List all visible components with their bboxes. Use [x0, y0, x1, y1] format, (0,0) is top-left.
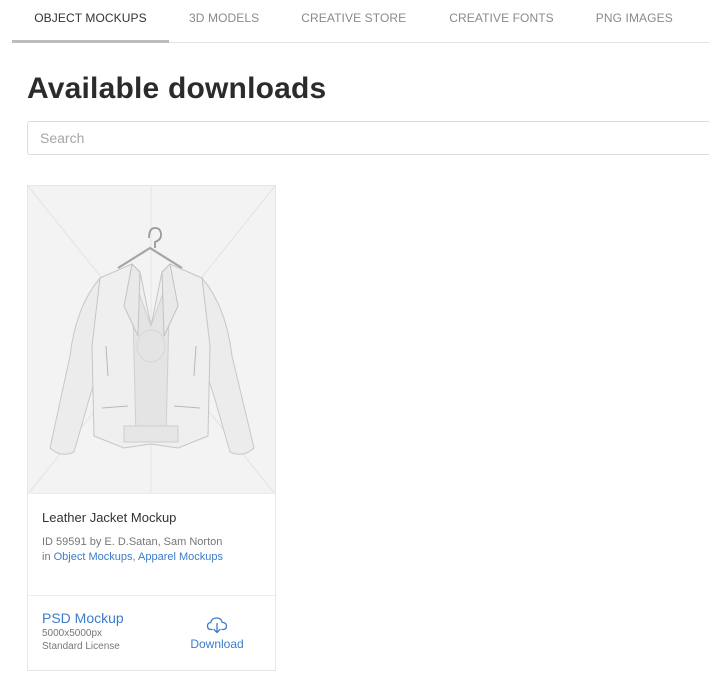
- tab-creative-fonts[interactable]: CREATIVE FONTS: [449, 0, 554, 43]
- tab-png-images[interactable]: PNG IMAGES: [596, 0, 673, 43]
- tab-object-mockups[interactable]: OBJECT MOCKUPS: [12, 0, 169, 43]
- in-label: in: [42, 551, 51, 563]
- download-label: Download: [190, 637, 244, 651]
- category-tabs: OBJECT MOCKUPS 3D MODELS CREATIVE STORE …: [12, 0, 709, 43]
- category-separator: ,: [132, 551, 136, 563]
- item-meta: ID 59591 by E. D.Satan, Sam Norton in Ob…: [42, 535, 267, 565]
- tab-creative-store[interactable]: CREATIVE STORE: [301, 0, 406, 43]
- category-link-object-mockups[interactable]: Object Mockups: [54, 551, 133, 563]
- download-button[interactable]: Download: [182, 616, 252, 651]
- search-input[interactable]: [27, 121, 709, 155]
- product-thumbnail[interactable]: [28, 186, 275, 494]
- page-title: Available downloads: [27, 72, 327, 105]
- format-link[interactable]: PSD Mockup: [42, 610, 124, 626]
- download-card: Leather Jacket Mockup ID 59591 by E. D.S…: [27, 185, 276, 671]
- jacket-image: [28, 186, 275, 493]
- tab-3d-models[interactable]: 3D MODELS: [189, 0, 259, 43]
- cloud-download-icon: [206, 617, 228, 634]
- category-link-apparel-mockups[interactable]: Apparel Mockups: [138, 551, 223, 563]
- license-type: Standard License: [42, 641, 120, 652]
- item-id-authors: ID 59591 by E. D.Satan, Sam Norton: [42, 536, 223, 548]
- item-title[interactable]: Leather Jacket Mockup: [42, 510, 176, 525]
- dimensions: 5000x5000px: [42, 628, 103, 639]
- card-divider: [28, 595, 275, 596]
